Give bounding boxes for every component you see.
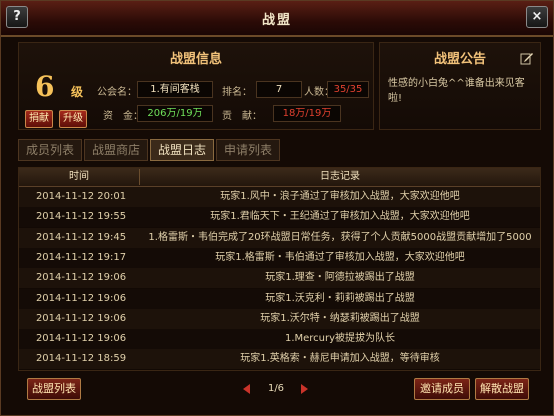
log-row: 2014-11-12 18:59 玩家1.英格索・赫尼申请加入战盟，等待审核: [19, 349, 540, 370]
rank-label: 排名：: [222, 87, 252, 98]
members-value: 35/35: [327, 81, 369, 98]
tab-members[interactable]: 成员列表: [18, 139, 82, 161]
donate-button[interactable]: 捐献: [25, 110, 53, 128]
guild-info-title: 战盟信息: [169, 52, 222, 67]
disband-guild-button[interactable]: 解散战盟: [475, 378, 529, 400]
log-row: 2014-11-12 19:06 玩家1.沃克利・莉莉被踢出了战盟: [19, 288, 540, 309]
next-page-icon[interactable]: [301, 384, 308, 394]
window-title: 战盟: [261, 13, 292, 28]
guild-level-unit: 级: [71, 85, 84, 99]
contribution-label: 贡 献：: [222, 111, 262, 122]
log-time: 2014-11-12 19:17: [35, 251, 127, 263]
log-text: 玩家1.格雷斯・韦伯通过了审核加入战盟，大家欢迎他吧: [215, 251, 465, 263]
notice-title: 战盟公告: [433, 52, 486, 67]
guild-level: 6: [35, 70, 55, 103]
log-row: 2014-11-12 19:17 玩家1.格雷斯・韦伯通过了审核加入战盟，大家欢迎…: [19, 247, 540, 268]
column-time: 时间: [69, 171, 89, 182]
log-text: 1.格雷斯・韦伯完成了20环战盟日常任务，获得了个人贡献5000战盟贡献增加了5…: [148, 231, 532, 243]
log-text: 1.Mercury被提拔为队长: [284, 333, 396, 345]
funds-value: 206万/19万: [137, 105, 213, 122]
close-button[interactable]: ×: [526, 6, 548, 28]
log-text: 玩家1.理查・阿德拉被踢出了战盟: [265, 272, 415, 284]
rank-value: 7: [256, 81, 302, 98]
log-row: 2014-11-12 20:01 玩家1.风中・浪子通过了审核加入战盟，大家欢迎他…: [19, 187, 540, 207]
log-table-header: 时间 日志记录: [19, 168, 540, 187]
log-table: 时间 日志记录 2014-11-12 20:01 玩家1.风中・浪子通过了审核加入…: [18, 167, 541, 371]
log-text: 玩家1.英格索・赫尼申请加入战盟，等待审核: [240, 353, 440, 365]
guild-name-value: 1.有间客栈: [137, 81, 213, 98]
tab-log[interactable]: 战盟日志: [150, 139, 214, 161]
guild-name-label: 公会名：: [97, 87, 137, 98]
log-time: 2014-11-12 19:06: [35, 272, 127, 284]
log-text: 玩家1.君临天下・王纪通过了审核加入战盟，大家欢迎他吧: [210, 211, 470, 223]
log-text: 玩家1.沃尔特・纳瑟莉被踢出了战盟: [260, 312, 420, 324]
log-row: 2014-11-12 19:06 玩家1.沃尔特・纳瑟莉被踢出了战盟: [19, 308, 540, 329]
log-time: 2014-11-12 19:55: [35, 211, 127, 223]
log-time: 2014-11-12 20:01: [35, 191, 127, 202]
log-time: 2014-11-12 18:59: [35, 353, 127, 365]
log-text: 玩家1.风中・浪子通过了审核加入战盟，大家欢迎他吧: [220, 191, 460, 202]
tab-applications[interactable]: 申请列表: [216, 139, 280, 161]
title-bar: ? 战盟 ×: [1, 1, 553, 37]
pencil-icon[interactable]: [520, 51, 534, 65]
upgrade-button[interactable]: 升级: [59, 110, 87, 128]
log-row: 2014-11-12 19:06 玩家1.理查・阿德拉被踢出了战盟: [19, 268, 540, 289]
log-time: 2014-11-12 19:06: [35, 333, 127, 345]
notice-text: 性感的小白兔^^谁备出来见客啦!: [388, 78, 525, 104]
log-row: 2014-11-12 19:06 1.Mercury被提拔为队长: [19, 329, 540, 350]
guild-window: ? 战盟 × 战盟信息 6 级 捐献 升级 公会名： 1.有间客栈 排名： 7 …: [0, 0, 554, 416]
log-time: 2014-11-12 19:06: [35, 292, 127, 304]
guild-info-panel: 战盟信息 6 级 捐献 升级 公会名： 1.有间客栈 排名： 7 人数： 35/…: [18, 42, 374, 130]
log-row: 2014-11-12 19:55 玩家1.君临天下・王纪通过了审核加入战盟，大家欢…: [19, 207, 540, 228]
guild-notice-panel: 战盟公告 性感的小白兔^^谁备出来见客啦!: [379, 42, 541, 130]
tab-shop[interactable]: 战盟商店: [84, 139, 148, 161]
log-time: 2014-11-12 19:45: [35, 231, 127, 243]
guild-list-button[interactable]: 战盟列表: [27, 378, 81, 400]
contribution-value: 18万/19万: [273, 105, 341, 122]
log-text: 玩家1.沃克利・莉莉被踢出了战盟: [265, 292, 415, 304]
log-row: 2014-11-12 19:45 1.格雷斯・韦伯完成了20环战盟日常任务，获得了…: [19, 227, 540, 248]
pager: 1/6: [241, 382, 311, 396]
invite-member-button[interactable]: 邀请成员: [414, 378, 470, 400]
column-log: 日志记录: [320, 171, 360, 182]
log-time: 2014-11-12 19:06: [35, 312, 127, 324]
